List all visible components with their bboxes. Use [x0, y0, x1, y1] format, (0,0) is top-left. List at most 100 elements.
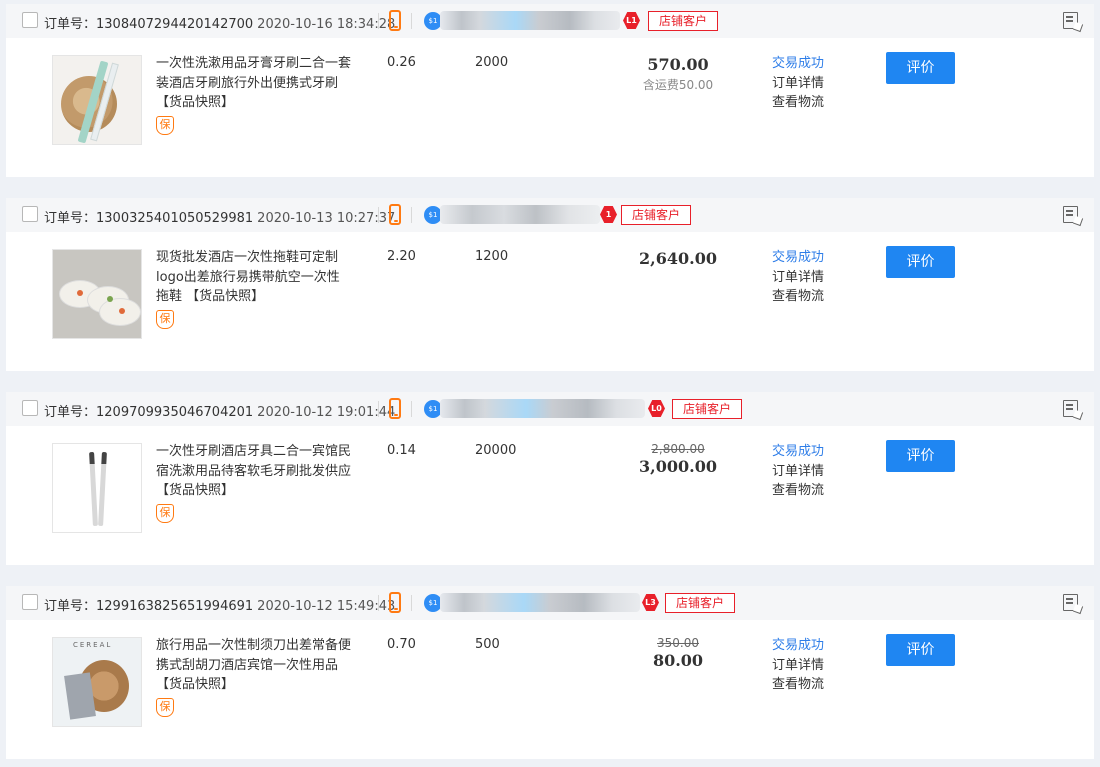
store-customer-tag: 店铺客户: [672, 399, 743, 419]
guarantee-icon: 保: [156, 116, 174, 135]
quantity: 500: [475, 637, 500, 652]
snapshot-link[interactable]: 【货品快照】: [186, 289, 264, 304]
mobile-order-icon: [389, 10, 401, 31]
divider: [378, 595, 379, 611]
order-number: 订单号：1299163825651994691 2020-10-12 15:49:…: [44, 599, 396, 614]
quantity: 20000: [475, 443, 517, 458]
quantity: 2000: [475, 55, 509, 70]
order-card: 订单号：1299163825651994691 2020-10-12 15:49:…: [6, 586, 1094, 759]
product-title[interactable]: 一次性牙刷酒店牙具二合一宾馆民宿洗漱用品待客软毛牙刷批发供应 【货品快照】: [156, 442, 351, 501]
order-header: 订单号：1300325401050529981 2020-10-13 10:27:…: [6, 198, 1094, 232]
note-icon[interactable]: [1063, 594, 1078, 611]
order-checkbox[interactable]: [22, 12, 38, 28]
buyer-name-redacted[interactable]: [440, 11, 620, 30]
guarantee-icon: 保: [156, 310, 174, 329]
status-success: 交易成功: [772, 638, 825, 653]
order-item: 现货批发酒店一次性拖鞋可定制logo出差旅行易携带航空一次性拖鞋 【货品快照】 …: [6, 232, 1094, 371]
review-button[interactable]: 评价: [886, 246, 955, 278]
unit-price: 0.26: [387, 55, 416, 70]
order-status: 交易成功 订单详情 查看物流: [772, 248, 824, 307]
guarantee-icon: 保: [156, 504, 174, 523]
order-detail-link[interactable]: 订单详情: [772, 268, 824, 288]
order-checkbox[interactable]: [22, 594, 38, 610]
order-date: 2020-10-12 15:49:43: [257, 599, 396, 614]
order-date: 2020-10-13 10:27:37: [257, 211, 396, 226]
product-image[interactable]: [52, 443, 142, 533]
view-logistics-link[interactable]: 查看物流: [772, 675, 824, 695]
store-customer-tag: 店铺客户: [665, 593, 736, 613]
buyer-name-redacted[interactable]: [440, 399, 645, 418]
view-logistics-link[interactable]: 查看物流: [772, 287, 824, 307]
mobile-order-icon: [389, 204, 401, 225]
original-total: 350.00: [657, 636, 699, 650]
divider: [411, 13, 412, 29]
mobile-order-icon: [389, 592, 401, 613]
order-number: 订单号：1300325401050529981 2020-10-13 10:27:…: [44, 211, 396, 226]
snapshot-link[interactable]: 【货品快照】: [156, 95, 234, 110]
order-total: 2,640.00: [618, 248, 738, 270]
order-checkbox[interactable]: [22, 206, 38, 222]
product-title[interactable]: 旅行用品一次性制须刀出差常备便携式刮胡刀酒店宾馆一次性用品 【货品快照】: [156, 636, 351, 695]
total-amount: 3,000.00: [639, 457, 717, 476]
order-number: 订单号：1209709935046704201 2020-10-12 19:01:…: [44, 405, 396, 420]
unit-price: 0.14: [387, 443, 416, 458]
review-button[interactable]: 评价: [886, 440, 955, 472]
note-icon[interactable]: [1063, 206, 1078, 223]
divider: [411, 595, 412, 611]
order-number: 订单号：1308407294420142700 2020-10-16 18:34:…: [44, 17, 396, 32]
order-card: 订单号：1209709935046704201 2020-10-12 19:01:…: [6, 392, 1094, 565]
order-total: 2,800.00 3,000.00: [618, 442, 738, 478]
product-image[interactable]: [52, 55, 142, 145]
order-date: 2020-10-12 19:01:44: [257, 405, 396, 420]
divider: [411, 401, 412, 417]
order-detail-link[interactable]: 订单详情: [772, 656, 824, 676]
product-title[interactable]: 一次性洗漱用品牙膏牙刷二合一套装酒店牙刷旅行外出便携式牙刷 【货品快照】: [156, 54, 351, 113]
order-detail-link[interactable]: 订单详情: [772, 74, 824, 94]
view-logistics-link[interactable]: 查看物流: [772, 481, 824, 501]
status-success: 交易成功: [772, 250, 825, 265]
buyer-level-badge: L1: [623, 12, 640, 29]
buyer-level-badge: L0: [648, 400, 665, 417]
store-customer-tag: 店铺客户: [621, 205, 692, 225]
quantity: 1200: [475, 249, 509, 264]
note-icon[interactable]: [1063, 400, 1078, 417]
shipping-fee: 含运费50.00: [642, 78, 714, 92]
store-customer-tag: 店铺客户: [648, 11, 719, 31]
order-status: 交易成功 订单详情 查看物流: [772, 636, 824, 695]
order-total: 350.00 80.00: [618, 636, 738, 672]
note-icon[interactable]: [1063, 12, 1078, 29]
divider: [411, 207, 412, 223]
order-checkbox[interactable]: [22, 400, 38, 416]
order-header: 订单号：1299163825651994691 2020-10-12 15:49:…: [6, 586, 1094, 620]
total-amount: 570.00: [647, 55, 709, 74]
order-header: 订单号：1209709935046704201 2020-10-12 19:01:…: [6, 392, 1094, 426]
product-image[interactable]: CEREAL: [52, 637, 142, 727]
buyer-level-badge: L3: [642, 594, 659, 611]
unit-price: 0.70: [387, 637, 416, 652]
order-date: 2020-10-16 18:34:28: [257, 17, 396, 32]
original-total: 2,800.00: [651, 442, 705, 456]
order-item: CEREAL 旅行用品一次性制须刀出差常备便携式刮胡刀酒店宾馆一次性用品 【货品…: [6, 620, 1094, 759]
order-card: 订单号：1300325401050529981 2020-10-13 10:27:…: [6, 198, 1094, 371]
buyer-name-redacted[interactable]: [440, 205, 600, 224]
order-card: 订单号：1308407294420142700 2020-10-16 18:34:…: [6, 4, 1094, 177]
total-amount: 80.00: [652, 651, 704, 670]
view-logistics-link[interactable]: 查看物流: [772, 93, 824, 113]
snapshot-link[interactable]: 【货品快照】: [156, 483, 234, 498]
product-title[interactable]: 现货批发酒店一次性拖鞋可定制logo出差旅行易携带航空一次性拖鞋 【货品快照】: [156, 248, 351, 307]
order-total: 570.00 含运费50.00: [618, 54, 738, 94]
review-button[interactable]: 评价: [886, 52, 955, 84]
mobile-order-icon: [389, 398, 401, 419]
buyer-name-redacted[interactable]: [440, 593, 640, 612]
unit-price: 2.20: [387, 249, 416, 264]
review-button[interactable]: 评价: [886, 634, 955, 666]
order-item: 一次性洗漱用品牙膏牙刷二合一套装酒店牙刷旅行外出便携式牙刷 【货品快照】 保 0…: [6, 38, 1094, 177]
order-status: 交易成功 订单详情 查看物流: [772, 442, 824, 501]
guarantee-icon: 保: [156, 698, 174, 717]
product-image[interactable]: [52, 249, 142, 339]
status-success: 交易成功: [772, 56, 825, 71]
snapshot-link[interactable]: 【货品快照】: [156, 677, 234, 692]
order-detail-link[interactable]: 订单详情: [772, 462, 824, 482]
divider: [378, 401, 379, 417]
divider: [378, 207, 379, 223]
